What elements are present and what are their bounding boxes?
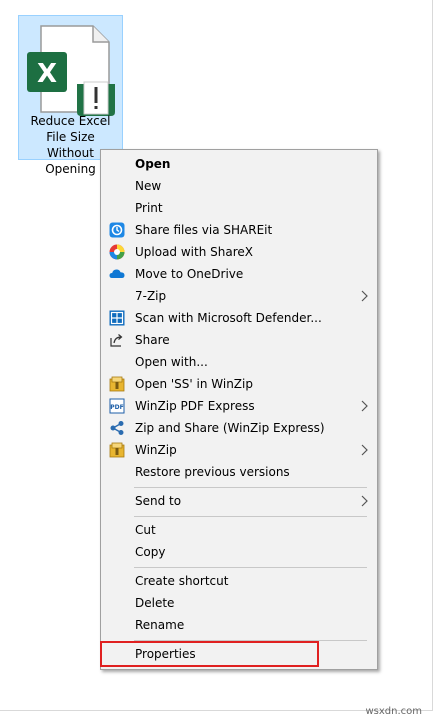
svg-text:PDF: PDF bbox=[110, 404, 123, 411]
menu-item-label: Create shortcut bbox=[135, 574, 229, 588]
menu-item-label: New bbox=[135, 179, 162, 193]
menu-item-copy[interactable]: Copy bbox=[101, 541, 377, 563]
menu-item-label: WinZip bbox=[135, 443, 177, 457]
chevron-right-icon bbox=[361, 290, 368, 302]
menu-separator bbox=[134, 487, 367, 488]
menu-item-label: Delete bbox=[135, 596, 175, 610]
winzip-icon bbox=[109, 442, 125, 458]
menu-item-label: Send to bbox=[135, 494, 182, 508]
shareit-icon bbox=[109, 222, 125, 238]
menu-item-label: Rename bbox=[135, 618, 185, 632]
menu-item-sharex[interactable]: Upload with ShareX bbox=[101, 241, 377, 263]
watermark: wsxdn.com bbox=[365, 706, 422, 717]
menu-item-send-to[interactable]: Send to bbox=[101, 490, 377, 512]
menu-item-label: Print bbox=[135, 201, 163, 215]
svg-text:X: X bbox=[37, 59, 57, 89]
context-menu: Open New Print Share files via SHAREit U… bbox=[100, 149, 378, 670]
menu-separator bbox=[134, 567, 367, 568]
menu-item-open-with[interactable]: Open with... bbox=[101, 351, 377, 373]
defender-icon bbox=[109, 310, 125, 326]
menu-item-winzip-pdf-express[interactable]: PDF WinZip PDF Express bbox=[101, 395, 377, 417]
menu-item-label: Upload with ShareX bbox=[135, 245, 253, 259]
menu-item-label: Scan with Microsoft Defender... bbox=[135, 311, 322, 325]
excel-file-icon: X bbox=[27, 25, 115, 116]
menu-item-7zip[interactable]: 7-Zip bbox=[101, 285, 377, 307]
zip-share-icon bbox=[110, 421, 124, 435]
share-icon bbox=[110, 334, 123, 347]
winzip-pdf-icon: PDF bbox=[109, 398, 125, 414]
sharex-icon bbox=[109, 244, 125, 260]
menu-item-winzip[interactable]: WinZip bbox=[101, 439, 377, 461]
menu-item-label: Open bbox=[135, 157, 171, 171]
menu-item-label: Cut bbox=[135, 523, 156, 537]
menu-item-restore-previous-versions[interactable]: Restore previous versions bbox=[101, 461, 377, 483]
menu-item-new[interactable]: New bbox=[101, 175, 377, 197]
menu-item-zip-and-share[interactable]: Zip and Share (WinZip Express) bbox=[101, 417, 377, 439]
onedrive-icon bbox=[109, 269, 125, 278]
chevron-right-icon bbox=[361, 495, 368, 507]
menu-item-label: Restore previous versions bbox=[135, 465, 290, 479]
menu-item-label: Zip and Share (WinZip Express) bbox=[135, 421, 325, 435]
menu-item-print[interactable]: Print bbox=[101, 197, 377, 219]
properties-highlight-box bbox=[100, 641, 319, 667]
menu-item-onedrive[interactable]: Move to OneDrive bbox=[101, 263, 377, 285]
menu-item-shareit[interactable]: Share files via SHAREit bbox=[101, 219, 377, 241]
menu-item-defender-scan[interactable]: Scan with Microsoft Defender... bbox=[101, 307, 377, 329]
menu-item-label: 7-Zip bbox=[135, 289, 167, 303]
menu-item-label: Move to OneDrive bbox=[135, 267, 244, 281]
winzip-icon bbox=[109, 376, 125, 392]
chevron-right-icon bbox=[361, 400, 368, 412]
menu-item-cut[interactable]: Cut bbox=[101, 519, 377, 541]
desktop-file-item[interactable]: X Reduce Excel File Size Without Opening bbox=[18, 15, 123, 176]
menu-item-open[interactable]: Open bbox=[101, 153, 377, 175]
menu-item-share[interactable]: Share bbox=[101, 329, 377, 351]
menu-item-label: Copy bbox=[135, 545, 166, 559]
chevron-right-icon bbox=[361, 444, 368, 456]
menu-item-create-shortcut[interactable]: Create shortcut bbox=[101, 570, 377, 592]
menu-separator bbox=[134, 516, 367, 517]
menu-item-delete[interactable]: Delete bbox=[101, 592, 377, 614]
menu-item-open-in-winzip[interactable]: Open 'SS' in WinZip bbox=[101, 373, 377, 395]
menu-item-label: Open 'SS' in WinZip bbox=[135, 377, 253, 391]
menu-item-label: Share files via SHAREit bbox=[135, 223, 273, 237]
menu-item-label: Open with... bbox=[135, 355, 208, 369]
menu-item-label: WinZip PDF Express bbox=[135, 399, 255, 413]
menu-item-label: Share bbox=[135, 333, 170, 347]
menu-item-rename[interactable]: Rename bbox=[101, 614, 377, 636]
